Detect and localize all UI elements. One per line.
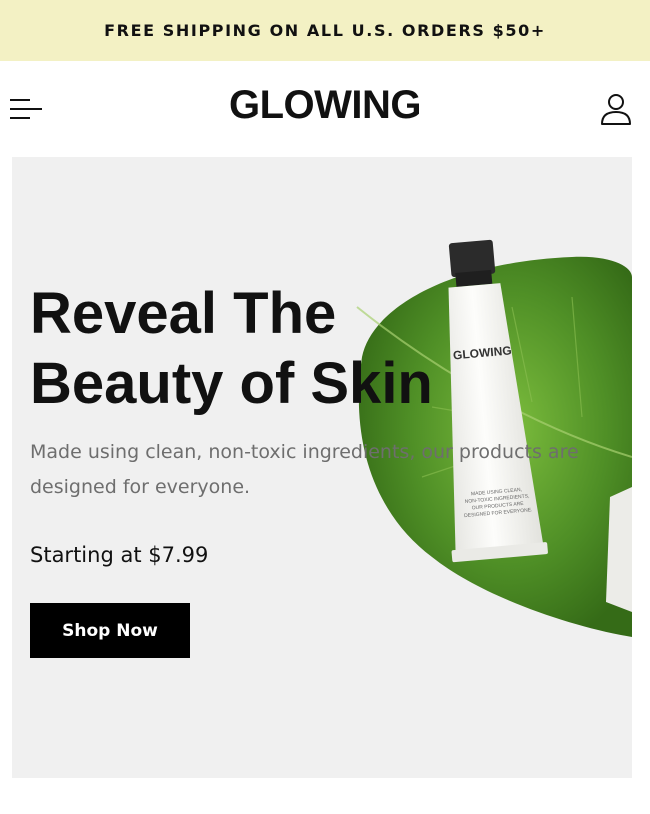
user-account-icon: [601, 94, 631, 125]
announcement-text: FREE SHIPPING ON ALL U.S. ORDERS $50+: [104, 21, 546, 40]
account-button[interactable]: [598, 91, 634, 127]
hero-title-line: Reveal The: [30, 281, 337, 346]
hero-description: Made using clean, non-toxic ingredients,…: [30, 441, 579, 498]
shop-now-button[interactable]: Shop Now: [30, 603, 190, 658]
hero-price: Starting at $7.99: [30, 543, 209, 567]
hero-banner: GLOWING MADE USING CLEAN, NON-TOXIC INGR…: [12, 157, 632, 778]
hero-title: Reveal The Beauty of Skin: [30, 279, 450, 419]
announcement-bar: FREE SHIPPING ON ALL U.S. ORDERS $50+: [0, 0, 650, 61]
site-logo[interactable]: GLOWING: [0, 83, 650, 128]
hero-title-line: Beauty of Skin: [30, 351, 433, 416]
site-header: GLOWING: [0, 61, 650, 157]
